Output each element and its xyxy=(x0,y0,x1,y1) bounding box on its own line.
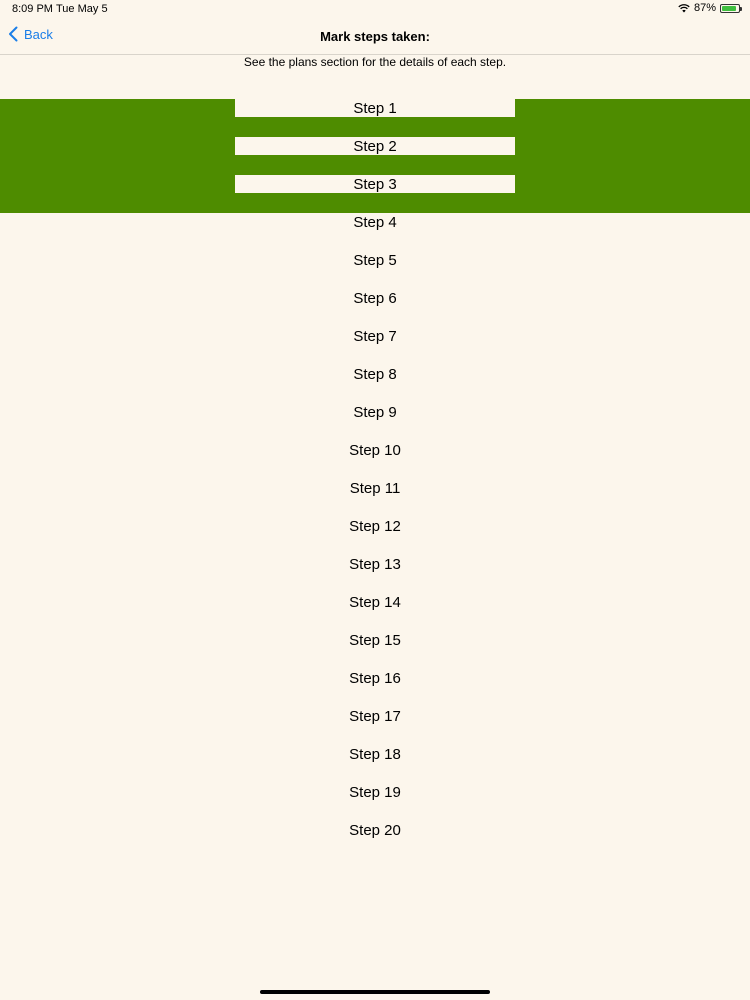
step-item[interactable]: Step 14 xyxy=(0,593,750,631)
step-item[interactable]: Step 2 xyxy=(0,137,750,175)
step-label: Step 12 xyxy=(349,518,401,535)
step-list: Step 1 Step 2 Step 3 Step 4 Step 5 Step 6 Step… xyxy=(0,99,750,859)
step-label: Step 4 xyxy=(353,214,397,231)
step-item[interactable]: Step 5 xyxy=(0,251,750,289)
step-label: Step 20 xyxy=(349,822,401,839)
step-item[interactable]: Step 18 xyxy=(0,745,750,783)
battery-fill xyxy=(722,5,736,11)
page-title: Mark steps taken: xyxy=(320,29,430,44)
step-label: Step 16 xyxy=(349,670,401,687)
navigation-bar: Back Mark steps taken: xyxy=(0,18,750,55)
status-bar: 8:09 PM Tue May 5 87% xyxy=(0,0,750,18)
step-label: Step 9 xyxy=(353,404,397,421)
step-item[interactable]: Step 4 xyxy=(0,213,750,251)
wifi-icon xyxy=(678,3,690,12)
step-item[interactable]: Step 10 xyxy=(0,441,750,479)
step-label: Step 8 xyxy=(353,366,397,383)
step-item[interactable]: Step 9 xyxy=(0,403,750,441)
battery-percent: 87% xyxy=(693,2,716,14)
step-item[interactable]: Step 19 xyxy=(0,783,750,821)
step-item[interactable]: Step 17 xyxy=(0,707,750,745)
step-label: Step 3 xyxy=(353,176,397,193)
step-label: Step 11 xyxy=(349,480,401,497)
step-label: Step 14 xyxy=(349,594,401,611)
home-indicator[interactable] xyxy=(260,990,490,994)
step-item[interactable]: Step 20 xyxy=(0,821,750,859)
step-label: Step 17 xyxy=(349,708,401,725)
step-label: Step 18 xyxy=(349,746,401,763)
step-item[interactable]: Step 1 xyxy=(0,99,750,137)
step-label: Step 19 xyxy=(349,784,401,801)
step-label: Step 10 xyxy=(349,442,401,459)
status-date: Tue May 5 xyxy=(56,3,108,15)
step-item[interactable]: Step 6 xyxy=(0,289,750,327)
step-label: Step 6 xyxy=(353,290,397,307)
step-label: Step 13 xyxy=(349,556,401,573)
step-item[interactable]: Step 3 xyxy=(0,175,750,213)
step-item[interactable]: Step 11 xyxy=(0,479,750,517)
step-item[interactable]: Step 12 xyxy=(0,517,750,555)
step-label: Step 1 xyxy=(353,100,397,117)
step-label: Step 7 xyxy=(353,328,397,345)
step-label: Step 15 xyxy=(349,632,401,649)
step-item[interactable]: Step 13 xyxy=(0,555,750,593)
status-time: 8:09 PM xyxy=(12,3,53,15)
instructions-text: See the plans section for the details of… xyxy=(243,55,507,69)
step-item[interactable]: Step 8 xyxy=(0,365,750,403)
step-item[interactable]: Step 16 xyxy=(0,669,750,707)
status-indicators: 87% xyxy=(678,2,742,14)
step-label: Step 2 xyxy=(353,138,397,155)
step-label: Step 5 xyxy=(353,252,397,269)
step-item[interactable]: Step 15 xyxy=(0,631,750,669)
step-item[interactable]: Step 7 xyxy=(0,327,750,365)
battery-icon xyxy=(720,3,742,13)
